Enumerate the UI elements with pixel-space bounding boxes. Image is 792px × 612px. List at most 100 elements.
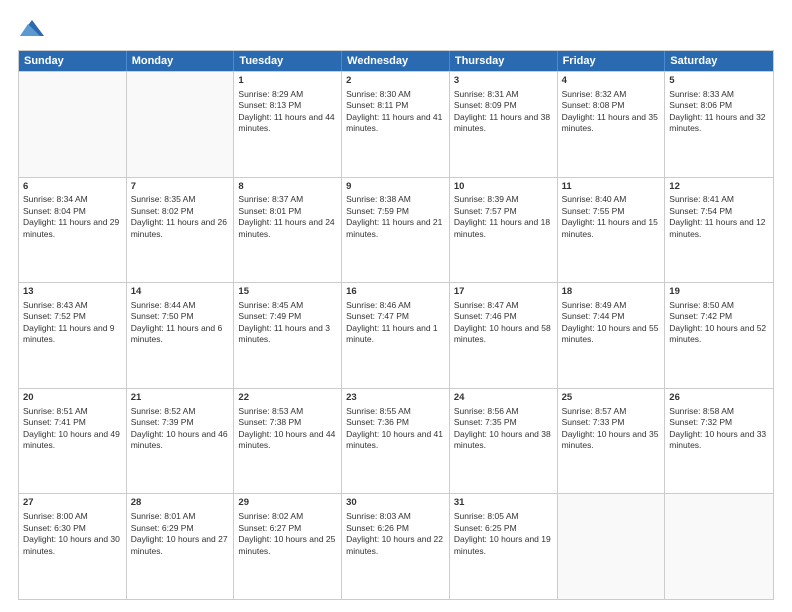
cal-cell: 15Sunrise: 8:45 AM Sunset: 7:49 PM Dayli… xyxy=(234,283,342,388)
day-number: 10 xyxy=(454,181,553,194)
day-number: 3 xyxy=(454,75,553,88)
cal-cell: 3Sunrise: 8:31 AM Sunset: 8:09 PM Daylig… xyxy=(450,72,558,177)
day-info: Sunrise: 8:45 AM Sunset: 7:49 PM Dayligh… xyxy=(238,300,337,346)
day-number: 6 xyxy=(23,181,122,194)
calendar-header-row: SundayMondayTuesdayWednesdayThursdayFrid… xyxy=(19,51,773,71)
cal-cell: 2Sunrise: 8:30 AM Sunset: 8:11 PM Daylig… xyxy=(342,72,450,177)
day-number: 1 xyxy=(238,75,337,88)
day-info: Sunrise: 8:31 AM Sunset: 8:09 PM Dayligh… xyxy=(454,89,553,135)
cal-cell: 18Sunrise: 8:49 AM Sunset: 7:44 PM Dayli… xyxy=(558,283,666,388)
calendar-body: 1Sunrise: 8:29 AM Sunset: 8:13 PM Daylig… xyxy=(19,71,773,599)
cal-week-2: 6Sunrise: 8:34 AM Sunset: 8:04 PM Daylig… xyxy=(19,177,773,283)
day-number: 5 xyxy=(669,75,769,88)
cal-cell: 29Sunrise: 8:02 AM Sunset: 6:27 PM Dayli… xyxy=(234,494,342,599)
day-info: Sunrise: 8:51 AM Sunset: 7:41 PM Dayligh… xyxy=(23,406,122,452)
cal-cell: 13Sunrise: 8:43 AM Sunset: 7:52 PM Dayli… xyxy=(19,283,127,388)
day-info: Sunrise: 8:30 AM Sunset: 8:11 PM Dayligh… xyxy=(346,89,445,135)
cal-cell xyxy=(558,494,666,599)
day-info: Sunrise: 8:44 AM Sunset: 7:50 PM Dayligh… xyxy=(131,300,230,346)
cal-cell: 27Sunrise: 8:00 AM Sunset: 6:30 PM Dayli… xyxy=(19,494,127,599)
day-info: Sunrise: 8:52 AM Sunset: 7:39 PM Dayligh… xyxy=(131,406,230,452)
cal-cell xyxy=(127,72,235,177)
cal-cell: 28Sunrise: 8:01 AM Sunset: 6:29 PM Dayli… xyxy=(127,494,235,599)
calendar: SundayMondayTuesdayWednesdayThursdayFrid… xyxy=(18,50,774,600)
day-number: 21 xyxy=(131,392,230,405)
cal-cell: 11Sunrise: 8:40 AM Sunset: 7:55 PM Dayli… xyxy=(558,178,666,283)
day-number: 8 xyxy=(238,181,337,194)
cal-cell: 17Sunrise: 8:47 AM Sunset: 7:46 PM Dayli… xyxy=(450,283,558,388)
day-info: Sunrise: 8:43 AM Sunset: 7:52 PM Dayligh… xyxy=(23,300,122,346)
day-number: 27 xyxy=(23,497,122,510)
day-info: Sunrise: 8:29 AM Sunset: 8:13 PM Dayligh… xyxy=(238,89,337,135)
day-number: 31 xyxy=(454,497,553,510)
day-info: Sunrise: 8:01 AM Sunset: 6:29 PM Dayligh… xyxy=(131,511,230,557)
cal-cell: 19Sunrise: 8:50 AM Sunset: 7:42 PM Dayli… xyxy=(665,283,773,388)
cal-cell: 16Sunrise: 8:46 AM Sunset: 7:47 PM Dayli… xyxy=(342,283,450,388)
day-number: 25 xyxy=(562,392,661,405)
day-number: 13 xyxy=(23,286,122,299)
day-info: Sunrise: 8:50 AM Sunset: 7:42 PM Dayligh… xyxy=(669,300,769,346)
day-number: 7 xyxy=(131,181,230,194)
day-number: 16 xyxy=(346,286,445,299)
day-number: 15 xyxy=(238,286,337,299)
cal-week-1: 1Sunrise: 8:29 AM Sunset: 8:13 PM Daylig… xyxy=(19,71,773,177)
cal-week-4: 20Sunrise: 8:51 AM Sunset: 7:41 PM Dayli… xyxy=(19,388,773,494)
day-info: Sunrise: 8:57 AM Sunset: 7:33 PM Dayligh… xyxy=(562,406,661,452)
cal-cell: 9Sunrise: 8:38 AM Sunset: 7:59 PM Daylig… xyxy=(342,178,450,283)
cal-cell: 7Sunrise: 8:35 AM Sunset: 8:02 PM Daylig… xyxy=(127,178,235,283)
day-info: Sunrise: 8:49 AM Sunset: 7:44 PM Dayligh… xyxy=(562,300,661,346)
day-info: Sunrise: 8:56 AM Sunset: 7:35 PM Dayligh… xyxy=(454,406,553,452)
cal-cell: 26Sunrise: 8:58 AM Sunset: 7:32 PM Dayli… xyxy=(665,389,773,494)
day-number: 18 xyxy=(562,286,661,299)
cal-header-sunday: Sunday xyxy=(19,51,127,71)
day-info: Sunrise: 8:46 AM Sunset: 7:47 PM Dayligh… xyxy=(346,300,445,346)
day-info: Sunrise: 8:47 AM Sunset: 7:46 PM Dayligh… xyxy=(454,300,553,346)
day-info: Sunrise: 8:41 AM Sunset: 7:54 PM Dayligh… xyxy=(669,194,769,240)
day-number: 9 xyxy=(346,181,445,194)
day-number: 17 xyxy=(454,286,553,299)
day-info: Sunrise: 8:39 AM Sunset: 7:57 PM Dayligh… xyxy=(454,194,553,240)
day-info: Sunrise: 8:53 AM Sunset: 7:38 PM Dayligh… xyxy=(238,406,337,452)
day-number: 23 xyxy=(346,392,445,405)
day-number: 11 xyxy=(562,181,661,194)
cal-cell: 1Sunrise: 8:29 AM Sunset: 8:13 PM Daylig… xyxy=(234,72,342,177)
cal-cell xyxy=(665,494,773,599)
day-info: Sunrise: 8:02 AM Sunset: 6:27 PM Dayligh… xyxy=(238,511,337,557)
cal-cell: 10Sunrise: 8:39 AM Sunset: 7:57 PM Dayli… xyxy=(450,178,558,283)
cal-cell: 14Sunrise: 8:44 AM Sunset: 7:50 PM Dayli… xyxy=(127,283,235,388)
day-number: 20 xyxy=(23,392,122,405)
day-info: Sunrise: 8:33 AM Sunset: 8:06 PM Dayligh… xyxy=(669,89,769,135)
cal-header-saturday: Saturday xyxy=(665,51,773,71)
day-info: Sunrise: 8:38 AM Sunset: 7:59 PM Dayligh… xyxy=(346,194,445,240)
day-number: 14 xyxy=(131,286,230,299)
cal-header-wednesday: Wednesday xyxy=(342,51,450,71)
logo-icon xyxy=(18,18,46,40)
day-info: Sunrise: 8:00 AM Sunset: 6:30 PM Dayligh… xyxy=(23,511,122,557)
day-number: 24 xyxy=(454,392,553,405)
cal-cell xyxy=(19,72,127,177)
day-info: Sunrise: 8:03 AM Sunset: 6:26 PM Dayligh… xyxy=(346,511,445,557)
logo xyxy=(18,18,50,40)
day-number: 22 xyxy=(238,392,337,405)
cal-cell: 20Sunrise: 8:51 AM Sunset: 7:41 PM Dayli… xyxy=(19,389,127,494)
day-info: Sunrise: 8:37 AM Sunset: 8:01 PM Dayligh… xyxy=(238,194,337,240)
cal-week-3: 13Sunrise: 8:43 AM Sunset: 7:52 PM Dayli… xyxy=(19,282,773,388)
day-info: Sunrise: 8:32 AM Sunset: 8:08 PM Dayligh… xyxy=(562,89,661,135)
day-info: Sunrise: 8:35 AM Sunset: 8:02 PM Dayligh… xyxy=(131,194,230,240)
cal-header-friday: Friday xyxy=(558,51,666,71)
day-number: 26 xyxy=(669,392,769,405)
day-number: 4 xyxy=(562,75,661,88)
day-info: Sunrise: 8:05 AM Sunset: 6:25 PM Dayligh… xyxy=(454,511,553,557)
cal-cell: 24Sunrise: 8:56 AM Sunset: 7:35 PM Dayli… xyxy=(450,389,558,494)
cal-cell: 30Sunrise: 8:03 AM Sunset: 6:26 PM Dayli… xyxy=(342,494,450,599)
cal-header-tuesday: Tuesday xyxy=(234,51,342,71)
cal-header-monday: Monday xyxy=(127,51,235,71)
day-info: Sunrise: 8:40 AM Sunset: 7:55 PM Dayligh… xyxy=(562,194,661,240)
header xyxy=(18,18,774,40)
day-number: 2 xyxy=(346,75,445,88)
cal-cell: 25Sunrise: 8:57 AM Sunset: 7:33 PM Dayli… xyxy=(558,389,666,494)
cal-cell: 12Sunrise: 8:41 AM Sunset: 7:54 PM Dayli… xyxy=(665,178,773,283)
cal-cell: 5Sunrise: 8:33 AM Sunset: 8:06 PM Daylig… xyxy=(665,72,773,177)
cal-week-5: 27Sunrise: 8:00 AM Sunset: 6:30 PM Dayli… xyxy=(19,493,773,599)
day-info: Sunrise: 8:55 AM Sunset: 7:36 PM Dayligh… xyxy=(346,406,445,452)
